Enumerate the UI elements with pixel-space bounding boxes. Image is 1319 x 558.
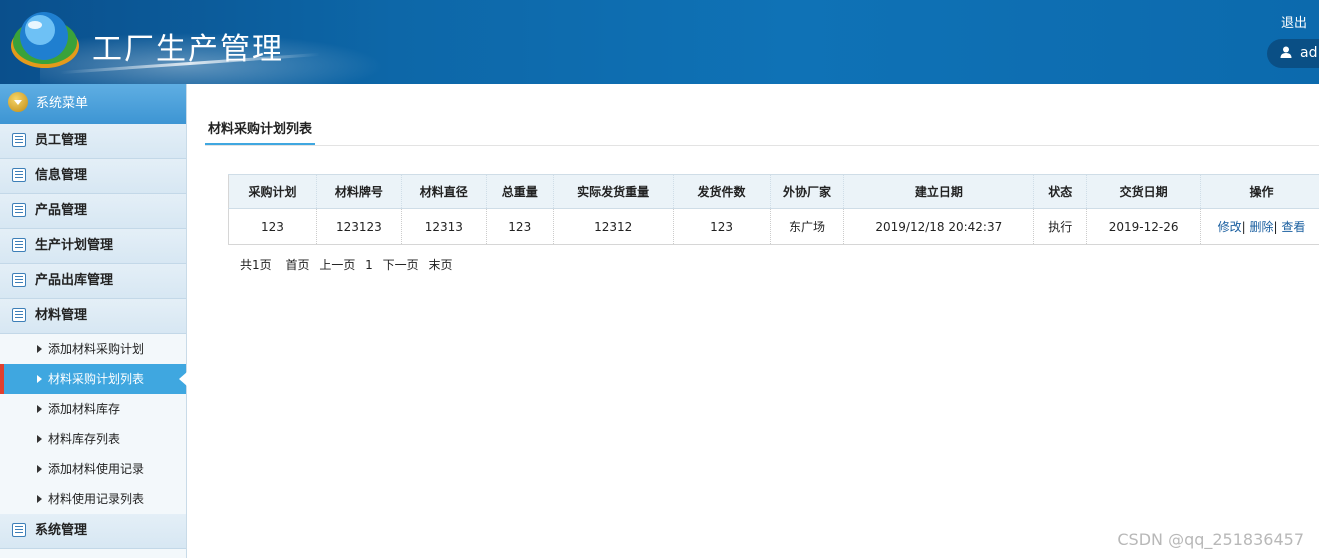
actions-cell: 修改| 删除| 查看 (1200, 208, 1319, 245)
tab-purchase-plan-list[interactable]: 材料采购计划列表 (205, 118, 316, 146)
column-header: 交货日期 (1086, 174, 1202, 209)
table-cell: 123 (228, 208, 317, 245)
table-cell: 123123 (316, 208, 402, 245)
sidebar-subitem-label: 添加材料库存 (48, 402, 121, 416)
user-badge[interactable]: ad (1267, 39, 1319, 68)
sidebar-subitem-label: 材料使用记录列表 (48, 492, 145, 506)
top-header: 工厂生产管理 退出 ad (0, 0, 1319, 84)
table-cell: 12312 (553, 208, 674, 245)
pagination: 共1页 首页 上一页 1 下一页 末页 (240, 256, 458, 273)
chevron-down-icon (8, 92, 28, 112)
sidebar-subitem-stock-list[interactable]: 材料库存列表 (0, 424, 186, 454)
column-header: 建立日期 (843, 174, 1035, 209)
column-header: 操作 (1200, 174, 1319, 209)
caret-right-icon (37, 435, 42, 443)
main-content: 材料采购计划列表 采购计划 材料牌号 材料直径 总重量 实际发货重量 发货件数 … (188, 84, 1319, 558)
column-header: 采购计划 (228, 174, 317, 209)
tab-divider (205, 145, 1319, 146)
sidebar-item-label: 材料管理 (35, 308, 88, 323)
column-header: 发货件数 (673, 174, 771, 209)
user-icon (1280, 46, 1292, 58)
purchase-plan-table: 采购计划 材料牌号 材料直径 总重量 实际发货重量 发货件数 外协厂家 建立日期… (228, 174, 1319, 245)
sidebar-subitem-label: 添加材料采购计划 (48, 342, 145, 356)
list-icon (12, 133, 26, 147)
edit-link[interactable]: 修改 (1218, 220, 1242, 234)
sidebar-subitem-label: 添加材料使用记录 (48, 462, 145, 476)
column-header: 材料牌号 (316, 174, 402, 209)
menu-header-label: 系统菜单 (36, 96, 89, 111)
sidebar-subitem-add-usage-record[interactable]: 添加材料使用记录 (0, 454, 186, 484)
user-name: ad (1300, 45, 1318, 61)
table-cell: 执行 (1033, 208, 1088, 245)
sidebar-item-product-outbound[interactable]: 产品出库管理 (0, 264, 186, 299)
logout-link[interactable]: 退出 (1281, 12, 1307, 31)
table-header-row: 采购计划 材料牌号 材料直径 总重量 实际发货重量 发货件数 外协厂家 建立日期… (228, 174, 1319, 209)
caret-right-icon (37, 345, 42, 353)
sidebar-item-label: 生产计划管理 (35, 238, 114, 253)
list-icon (12, 273, 26, 287)
list-icon (12, 238, 26, 252)
next-page-link[interactable]: 下一页 (383, 258, 419, 272)
last-page-link[interactable]: 末页 (428, 258, 452, 272)
sidebar-item-label: 员工管理 (35, 133, 88, 148)
sidebar: 系统菜单 员工管理 信息管理 产品管理 生产计划管理 产品出库管理 材料管理 添… (0, 84, 187, 558)
table-cell: 123 (673, 208, 771, 245)
prev-page-link[interactable]: 上一页 (319, 258, 355, 272)
caret-right-icon (37, 405, 42, 413)
menu-header[interactable]: 系统菜单 (0, 84, 186, 124)
sidebar-subitem-purchase-plan-list[interactable]: 材料采购计划列表 (0, 364, 187, 394)
current-page: 1 (365, 258, 373, 272)
sidebar-item-system[interactable]: 系统管理 (0, 514, 186, 549)
sidebar-item-label: 产品管理 (35, 203, 88, 218)
sidebar-item-info[interactable]: 信息管理 (0, 159, 186, 194)
list-icon (12, 168, 26, 182)
sidebar-subitem-label: 材料库存列表 (48, 432, 121, 446)
caret-right-icon (37, 375, 42, 383)
table-cell: 2019/12/18 20:42:37 (843, 208, 1035, 245)
separator: | (1273, 220, 1278, 234)
table-cell: 2019-12-26 (1086, 208, 1202, 245)
caret-right-icon (37, 495, 42, 503)
table-cell: 12313 (401, 208, 487, 245)
sidebar-item-materials[interactable]: 材料管理 (0, 299, 186, 334)
sidebar-item-label: 信息管理 (35, 168, 88, 183)
list-icon (12, 203, 26, 217)
sidebar-subitem-add-stock[interactable]: 添加材料库存 (0, 394, 186, 424)
first-page-link[interactable]: 首页 (285, 258, 309, 272)
sidebar-item-employees[interactable]: 员工管理 (0, 124, 186, 159)
sidebar-item-products[interactable]: 产品管理 (0, 194, 186, 229)
sidebar-item-production-plans[interactable]: 生产计划管理 (0, 229, 186, 264)
table-cell: 123 (486, 208, 554, 245)
caret-right-icon (37, 465, 42, 473)
app-logo-icon (11, 12, 79, 68)
sidebar-subitem-add-purchase-plan[interactable]: 添加材料采购计划 (0, 334, 186, 364)
column-header: 总重量 (486, 174, 554, 209)
sidebar-subitem-label: 材料采购计划列表 (48, 372, 145, 386)
sidebar-item-label: 产品出库管理 (35, 273, 114, 288)
page-count: 共1页 (240, 258, 272, 272)
watermark: CSDN @qq_251836457 (1117, 530, 1304, 549)
table-cell: 东广场 (770, 208, 845, 245)
column-header: 状态 (1033, 174, 1088, 209)
delete-link[interactable]: 删除 (1250, 220, 1274, 234)
column-header: 材料直径 (401, 174, 487, 209)
separator: | (1241, 220, 1246, 234)
list-icon (12, 308, 26, 322)
column-header: 外协厂家 (770, 174, 845, 209)
sidebar-subitem-usage-record-list[interactable]: 材料使用记录列表 (0, 484, 186, 514)
column-header: 实际发货重量 (553, 174, 674, 209)
view-link[interactable]: 查看 (1281, 220, 1305, 234)
sidebar-item-label: 系统管理 (35, 523, 88, 538)
table-row: 123 123123 12313 123 12312 123 东广场 2019/… (228, 208, 1319, 245)
app-title: 工厂生产管理 (92, 32, 284, 67)
list-icon (12, 523, 26, 537)
